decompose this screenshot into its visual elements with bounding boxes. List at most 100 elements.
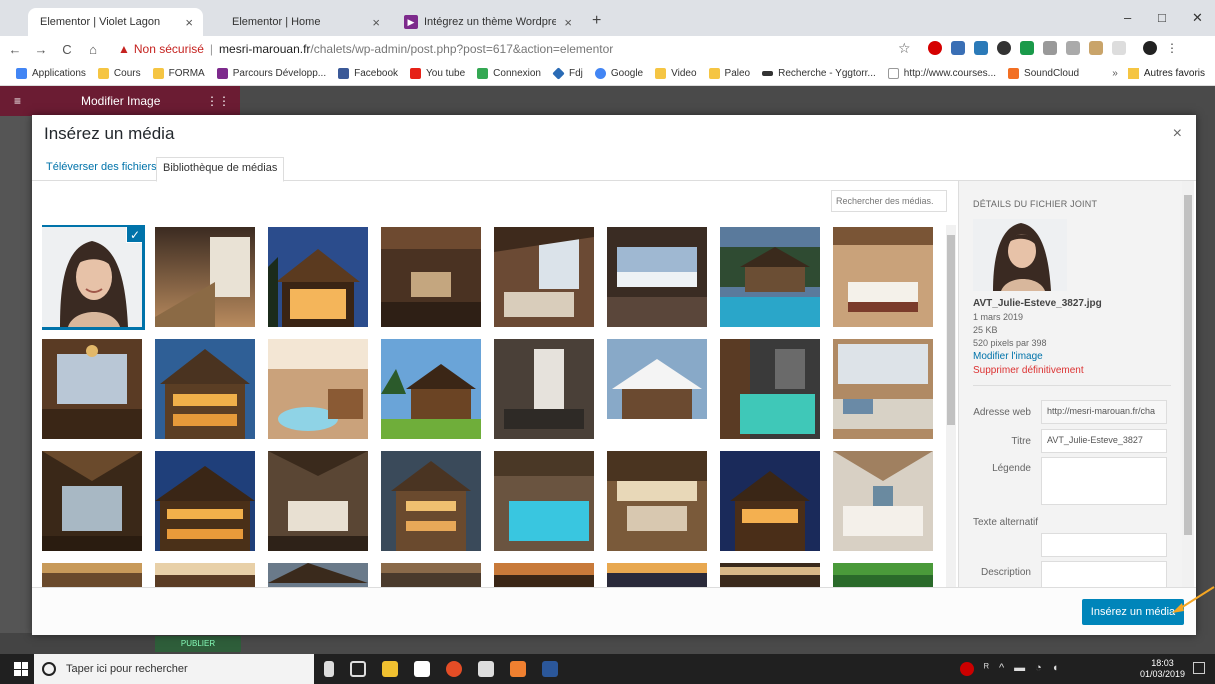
tab-media-library[interactable]: Bibliothèque de médias [156, 157, 285, 182]
hamburger-icon[interactable]: ≡ [14, 94, 21, 108]
media-thumb[interactable] [268, 227, 368, 327]
tab-elementor-violet-lagon[interactable]: Elementor | Violet Lagon × [28, 8, 203, 36]
details-scrollbar[interactable] [1182, 181, 1194, 587]
home-icon[interactable]: ⌂ [82, 42, 104, 57]
tab-upload-files[interactable]: Téléverser des fichiers [40, 157, 163, 181]
media-thumb[interactable] [381, 339, 481, 439]
bookmark-item[interactable]: FORMA [152, 68, 205, 79]
bookmark-item[interactable]: Applications [16, 68, 86, 79]
maximize-icon[interactable]: □ [1158, 10, 1166, 25]
media-thumb[interactable] [833, 227, 933, 327]
store-icon[interactable] [414, 661, 430, 677]
media-thumb[interactable] [720, 227, 820, 327]
notification-icon[interactable] [1193, 662, 1205, 674]
extension-icon[interactable] [1043, 41, 1057, 55]
antivirus-icon[interactable] [960, 662, 974, 676]
tab-close-icon[interactable]: × [372, 15, 380, 30]
edit-image-link[interactable]: Modifier l'image [973, 351, 1043, 362]
network-icon[interactable]: ◔ [1035, 662, 1042, 676]
forward-icon[interactable]: → [30, 42, 52, 57]
media-thumb[interactable] [268, 339, 368, 439]
media-thumb[interactable] [833, 563, 933, 587]
tab-integrez-theme[interactable]: ▶ Intégrez un thème Wordpress pe × [392, 8, 582, 36]
media-thumb[interactable] [381, 227, 481, 327]
media-thumb[interactable] [42, 563, 142, 587]
window-close-icon[interactable]: ✕ [1192, 10, 1203, 26]
media-thumb[interactable] [155, 451, 255, 551]
scrollbar-thumb[interactable] [947, 235, 955, 425]
extension-icon[interactable] [951, 41, 965, 55]
windows-start-icon[interactable] [14, 662, 28, 676]
media-thumb[interactable] [720, 563, 820, 587]
tab-elementor-home[interactable]: Elementor | Home × [220, 8, 390, 36]
insert-media-button[interactable]: Insérez un média [1082, 599, 1184, 625]
back-icon[interactable]: ← [4, 42, 26, 57]
task-view-icon[interactable] [350, 661, 366, 677]
media-thumb[interactable] [155, 339, 255, 439]
publish-button[interactable]: PUBLIER [155, 636, 241, 652]
media-thumb[interactable] [42, 339, 142, 439]
media-search-input[interactable]: Rechercher des médias. [831, 190, 947, 212]
other-bookmarks[interactable]: Autres favoris [1144, 68, 1205, 79]
file-explorer-icon[interactable] [382, 661, 398, 677]
taskbar-search[interactable]: Taper ici pour rechercher [34, 654, 314, 684]
chrome-icon[interactable] [446, 661, 462, 677]
grid-scrollbar[interactable] [946, 225, 956, 587]
menu-dots-icon[interactable]: ⋮ [1166, 41, 1178, 55]
bookmark-item[interactable]: Cours [97, 68, 141, 79]
media-thumb[interactable] [155, 563, 255, 587]
scrollbar-thumb[interactable] [1184, 195, 1192, 535]
media-thumb[interactable] [381, 563, 481, 587]
media-thumb[interactable] [268, 563, 368, 587]
media-thumb[interactable] [607, 451, 707, 551]
delete-permanently-link[interactable]: Supprimer définitivement [973, 365, 1084, 376]
media-thumb[interactable] [494, 451, 594, 551]
media-thumb[interactable] [155, 227, 255, 327]
selected-check-icon[interactable]: ✓ [126, 227, 142, 243]
clock[interactable]: 18:03 01/03/2019 [1140, 658, 1185, 680]
bookmark-item[interactable]: Facebook [338, 68, 398, 79]
word-icon[interactable] [542, 661, 558, 677]
media-thumb[interactable] [381, 451, 481, 551]
bookmarks-more-icon[interactable]: » [1112, 68, 1118, 79]
alt-text-field[interactable] [1041, 533, 1167, 557]
volume-icon[interactable]: ◖ [1052, 662, 1059, 676]
description-textarea[interactable] [1041, 561, 1167, 587]
new-tab-button[interactable]: + [592, 12, 601, 30]
bookmark-item[interactable]: Google [594, 68, 643, 79]
media-thumb-selected[interactable]: ✓ [42, 225, 145, 330]
media-thumb[interactable] [720, 451, 820, 551]
modal-close-icon[interactable]: × [1173, 125, 1182, 143]
bookmark-item[interactable]: Parcours Développ... [216, 68, 326, 79]
bookmark-item[interactable]: Video [655, 68, 697, 79]
bookmark-item[interactable]: Recherche - Yggtorr... [762, 68, 876, 79]
bookmark-item[interactable]: Fdj [552, 67, 583, 80]
title-field[interactable]: AVT_Julie-Esteve_3827 [1041, 429, 1167, 453]
media-thumb[interactable] [494, 227, 594, 327]
tab-close-icon[interactable]: × [564, 15, 572, 30]
media-thumb[interactable] [494, 339, 594, 439]
reload-icon[interactable]: C [56, 42, 78, 57]
bookmark-item[interactable]: Connexion [477, 68, 541, 79]
media-thumb[interactable] [42, 451, 142, 551]
media-thumb[interactable] [607, 227, 707, 327]
media-thumb[interactable] [268, 451, 368, 551]
chevron-up-icon[interactable]: ^ [999, 662, 1004, 676]
media-thumb[interactable] [494, 563, 594, 587]
bookmark-item[interactable]: You tube [410, 68, 465, 79]
profile-avatar-icon[interactable] [1143, 41, 1157, 55]
media-thumb[interactable] [833, 339, 933, 439]
extension-icon[interactable] [1020, 41, 1034, 55]
microphone-icon[interactable] [324, 661, 334, 677]
media-thumb[interactable] [720, 339, 820, 439]
mail-icon[interactable] [478, 661, 494, 677]
bookmark-item[interactable]: http://www.courses... [887, 68, 996, 79]
widgets-grid-icon[interactable]: ⋮⋮ [206, 94, 230, 108]
tab-close-icon[interactable]: × [185, 15, 193, 30]
blender-icon[interactable] [510, 661, 526, 677]
media-thumb[interactable] [607, 563, 707, 587]
url-field[interactable]: ▲ Non sécurisé | mesri-marouan.fr /chale… [118, 39, 888, 59]
extension-icon[interactable] [1089, 41, 1103, 55]
extension-icon[interactable] [974, 41, 988, 55]
opera-extension-icon[interactable] [928, 41, 942, 55]
